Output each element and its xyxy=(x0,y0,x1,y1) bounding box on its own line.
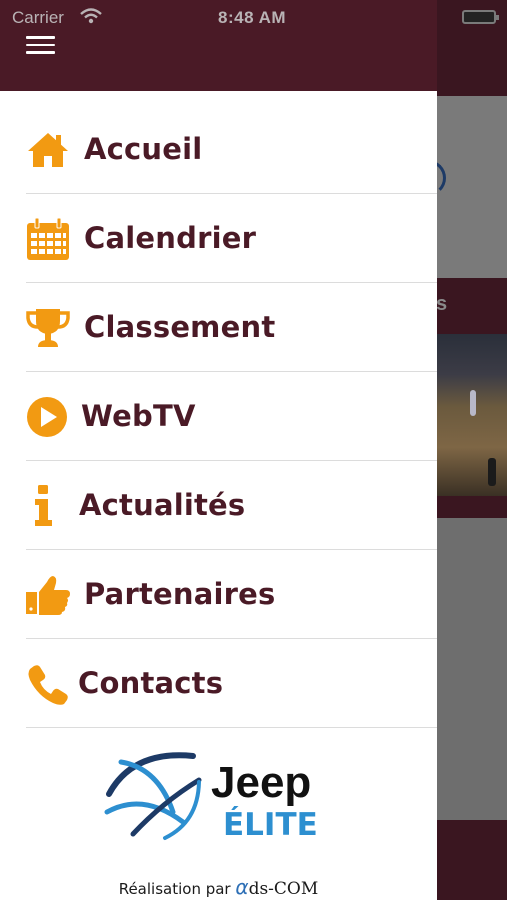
menu-item-classement[interactable]: Classement xyxy=(0,283,437,372)
play-icon xyxy=(27,397,67,437)
navigation-drawer: Accueil Calendrier Classement WebTV Actu… xyxy=(0,0,437,900)
menu-item-actualites[interactable]: Actualités xyxy=(0,461,437,550)
menu-item-label: Actualités xyxy=(79,488,246,522)
menu-item-label: Classement xyxy=(84,310,276,344)
menu-item-label: WebTV xyxy=(81,399,196,433)
info-icon xyxy=(35,485,52,526)
wifi-icon xyxy=(80,8,102,24)
menu-item-webtv[interactable]: WebTV xyxy=(0,372,437,461)
background-player xyxy=(488,458,496,486)
logo-elite-text: ÉLITE xyxy=(223,807,318,842)
drawer-menu: Accueil Calendrier Classement WebTV Actu… xyxy=(0,105,437,728)
menu-item-label: Contacts xyxy=(78,666,224,700)
menu-item-label: Partenaires xyxy=(84,577,276,611)
status-bar: Carrier 8:48 AM xyxy=(0,0,507,36)
jeep-elite-logo: Jeep ÉLITE xyxy=(103,742,343,843)
background-banner xyxy=(437,278,507,334)
home-icon xyxy=(28,133,68,167)
background-bottom-bar xyxy=(437,820,507,900)
menu-item-contacts[interactable]: Contacts xyxy=(0,639,437,728)
credit-brand: ds-COM xyxy=(248,879,319,899)
logo-jeep-text: Jeep xyxy=(211,758,311,807)
credit-prefix: Réalisation par xyxy=(118,880,231,898)
menu-item-label: Calendrier xyxy=(84,221,257,255)
background-strip xyxy=(437,496,507,518)
menu-item-calendrier[interactable]: Calendrier xyxy=(0,194,437,283)
menu-item-partenaires[interactable]: Partenaires xyxy=(0,550,437,639)
phone-icon xyxy=(28,665,68,705)
background-player xyxy=(470,390,476,416)
trophy-icon xyxy=(26,309,70,347)
credit-line: Réalisation par αds-COM xyxy=(0,875,437,899)
background-banner-text: s xyxy=(436,293,448,315)
clock: 8:48 AM xyxy=(218,8,287,27)
credit-alpha: α xyxy=(235,875,249,899)
carrier-label: Carrier xyxy=(12,8,64,27)
calendar-icon xyxy=(27,217,69,260)
divider xyxy=(26,727,437,728)
hamburger-menu-icon[interactable] xyxy=(26,36,55,54)
menu-item-label: Accueil xyxy=(84,132,203,166)
battery-icon xyxy=(462,10,499,24)
background-card xyxy=(437,96,507,278)
menu-item-accueil[interactable]: Accueil xyxy=(0,105,437,194)
thumbs-up-icon xyxy=(26,576,70,615)
basketball-logo-icon: Jeep ÉLITE xyxy=(104,752,318,843)
